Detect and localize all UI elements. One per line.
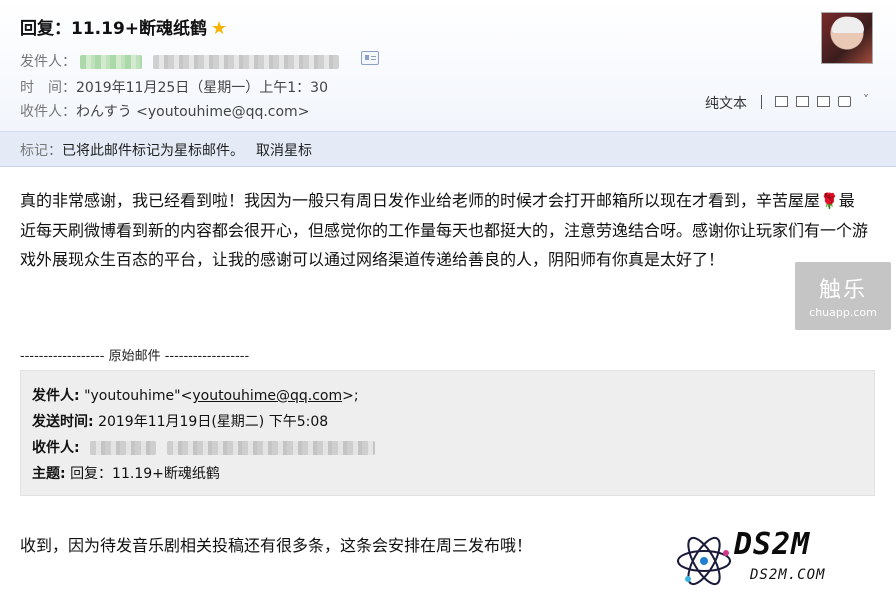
sender-label: 发件人：	[20, 54, 76, 70]
plain-text-button[interactable]: 纯文本	[705, 93, 747, 113]
chuapp-logo-text: 触乐	[818, 278, 867, 303]
time-label: 时 间：	[20, 80, 76, 96]
time-row: 时 间：2019年11月25日（星期一）上午1：30	[20, 77, 328, 97]
body-part1: 真的非常感谢，我已经看到啦！我因为一般只有周日发作业给老师的时候才会打开邮箱所以…	[20, 191, 821, 210]
chuapp-url: chuapp.com	[809, 306, 877, 319]
original-subject-row: 主题: 回复：11.19+断魂纸鹤	[32, 463, 220, 483]
print-icon[interactable]	[838, 96, 851, 107]
reply-text: 收到，因为待发音乐剧相关投稿还有很多条，这条会安排在周三发布哦！	[20, 536, 533, 555]
original-from-email[interactable]: youtouhime@qq.com	[192, 388, 342, 404]
original-sent-row: 发送时间: 2019年11月19日(星期二) 下午5:08	[32, 411, 328, 431]
recipient-value[interactable]: わんすう <youtouhime@qq.com>	[76, 104, 309, 120]
original-from-label: 发件人:	[32, 388, 80, 404]
original-to-name-redacted	[90, 441, 157, 455]
original-to-label: 收件人:	[32, 440, 80, 456]
recipient-label: 收件人：	[20, 104, 76, 120]
original-from-end: >;	[342, 388, 359, 404]
recipient-row: 收件人：わんすう <youtouhime@qq.com>	[20, 101, 309, 121]
ds2m-watermark: DS2M DS2M.COM	[674, 527, 886, 593]
subject-text: 回复：11.19+断魂纸鹤	[20, 19, 208, 39]
original-mail-block: 发件人: "youtouhime"<youtouhime@qq.com>; 发送…	[20, 370, 875, 496]
ds2m-logo-text: DS2M	[734, 527, 811, 562]
chuapp-watermark: 触乐 chuapp.com	[795, 262, 891, 330]
mail-body: 真的非常感谢，我已经看到啦！我因为一般只有周日发作业给老师的时候才会打开邮箱所以…	[20, 186, 870, 274]
toolbar-divider	[761, 95, 762, 109]
chevron-down-icon[interactable]: ˅	[863, 93, 869, 107]
flag-message: 已将此邮件标记为星标邮件。	[62, 143, 244, 159]
download-icon[interactable]	[796, 96, 809, 107]
ds2m-url: DS2M.COM	[750, 567, 826, 583]
cancel-star-link[interactable]: 取消星标	[256, 143, 312, 159]
flag-label: 标记：	[20, 143, 62, 159]
original-subject-label: 主题:	[32, 466, 66, 482]
original-mail-separator: ------------------ 原始邮件 ----------------…	[20, 349, 250, 364]
star-icon[interactable]: ★	[211, 18, 227, 39]
original-to-row: 收件人:	[32, 437, 375, 457]
original-from-name: "youtouhime"<	[84, 388, 193, 404]
avatar[interactable]	[821, 12, 873, 64]
sender-name-redacted	[80, 55, 143, 69]
flag-text: 标记：已将此邮件标记为星标邮件。 取消星标	[20, 140, 312, 160]
new-window-icon[interactable]	[775, 96, 788, 107]
mail-subject: 回复：11.19+断魂纸鹤 ★	[20, 14, 227, 39]
original-sent-label: 发送时间:	[32, 414, 94, 430]
ds2m-atom-icon	[677, 536, 731, 586]
rose-icon: 🌹	[820, 192, 839, 210]
export-icon[interactable]	[817, 96, 830, 107]
sender-email-redacted	[152, 55, 339, 69]
original-sent-value: 2019年11月19日(星期二) 下午5:08	[98, 414, 329, 430]
time-value: 2019年11月25日（星期一）上午1：30	[76, 80, 328, 96]
sender-row: 发件人：	[20, 51, 339, 71]
original-to-email-redacted	[166, 441, 375, 455]
original-subject-value: 回复：11.19+断魂纸鹤	[70, 466, 220, 482]
original-from-row: 发件人: "youtouhime"<youtouhime@qq.com>;	[32, 385, 359, 405]
contact-card-icon[interactable]	[361, 51, 379, 65]
flag-bar: 标记：已将此邮件标记为星标邮件。 取消星标	[0, 131, 896, 166]
